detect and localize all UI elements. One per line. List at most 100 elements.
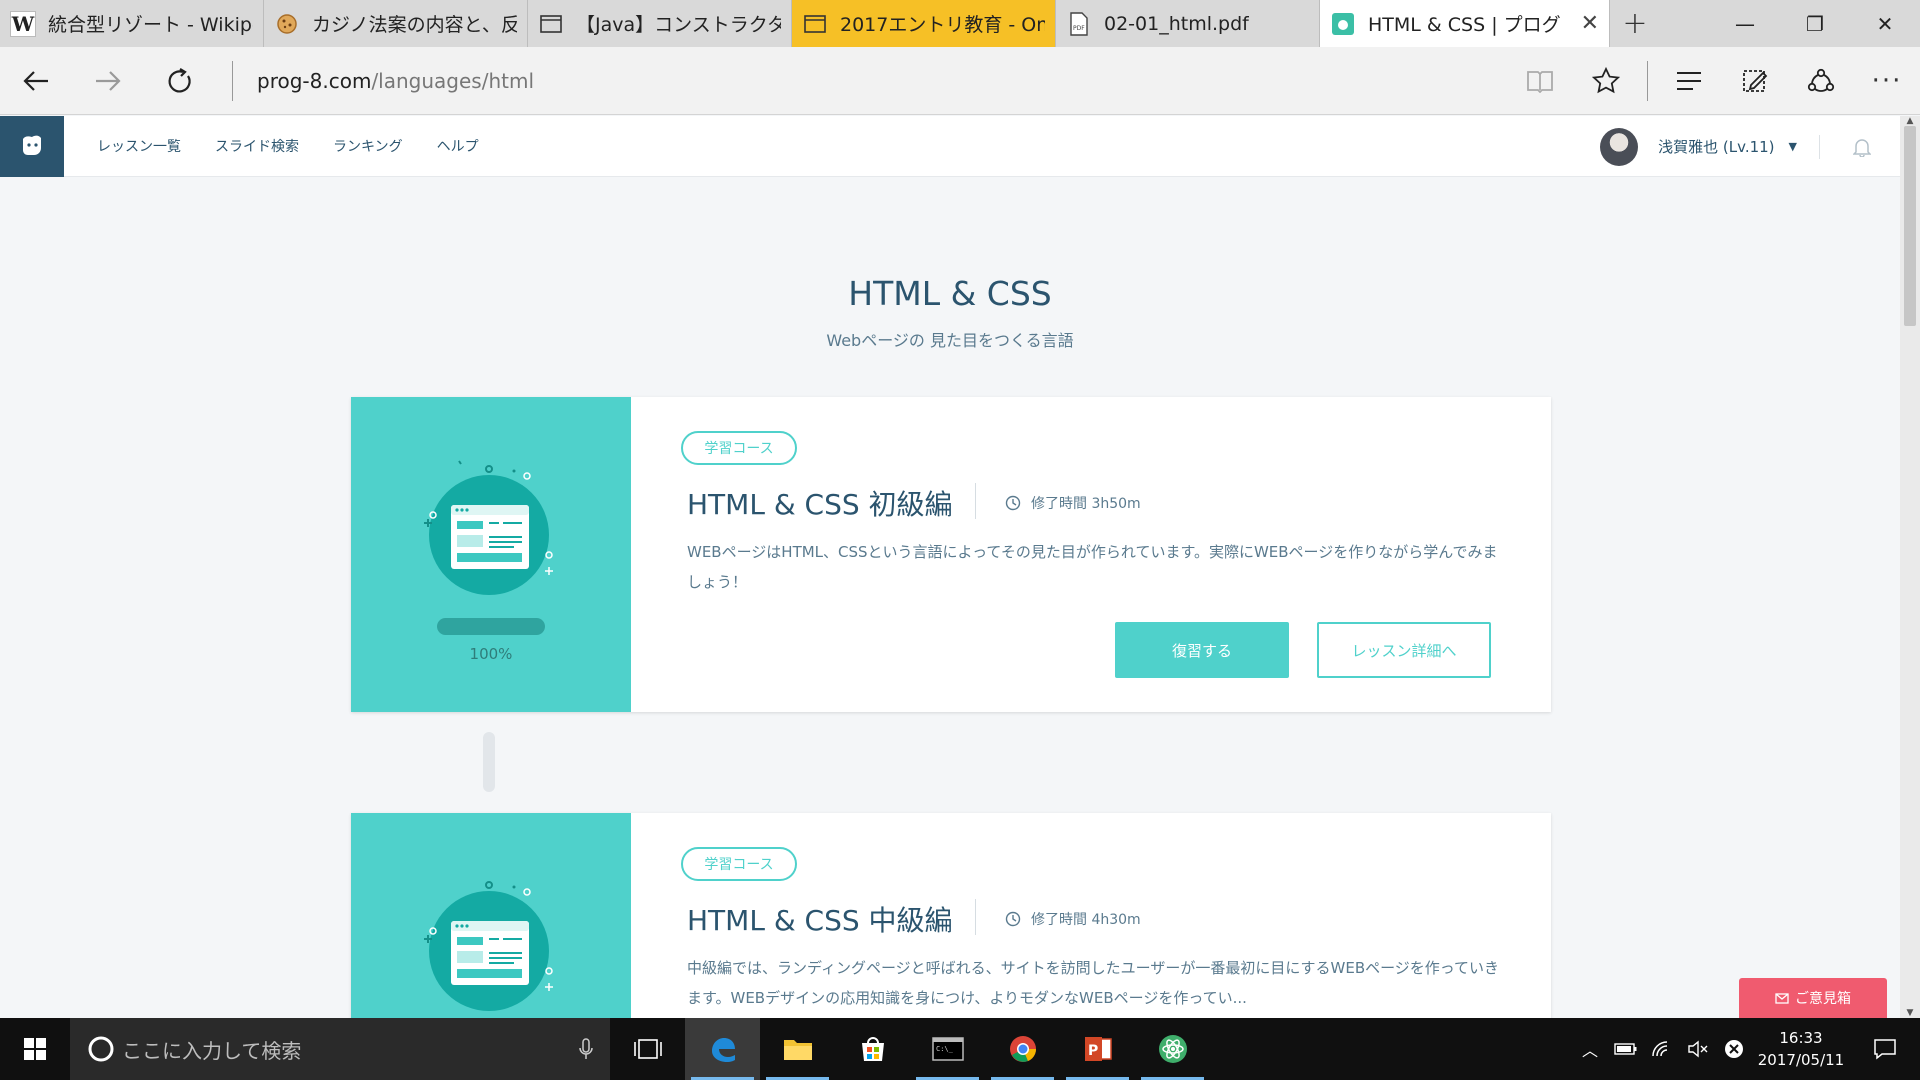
course-badge: 学習コース [681,431,797,465]
vertical-scrollbar[interactable]: ▲ ▼ [1900,116,1920,1018]
progress-percent: 100% [469,645,513,663]
course-description: WEBページはHTML、CSSという言語によってその見た目が作られています。実際… [687,543,1498,591]
wifi-icon[interactable] [1644,1018,1680,1080]
clock-icon [1005,911,1021,927]
url-domain: prog-8.com [257,68,372,93]
feedback-label[interactable]: ご意見箱 [1795,988,1851,1008]
browser-window-illustration [424,881,553,1011]
browser-tab-active[interactable]: HTML & CSS | プログ ✕ [1320,0,1610,47]
microphone-icon[interactable] [578,1018,594,1080]
nav-help[interactable]: ヘルプ [437,136,479,156]
more-icon[interactable]: ··· [1854,47,1920,115]
volume-muted-icon[interactable] [1680,1018,1716,1080]
tab-label: 【Java】コンストラクタって何 [576,14,781,36]
arrow-right-icon [96,70,121,91]
divider [1647,60,1648,101]
course-time: 修了時間 3h50m [1005,493,1141,513]
user-menu[interactable]: 浅賀雅也 (Lv.11) ▼ [1600,116,1900,177]
browser-tab[interactable]: PDF 02-01_html.pdf [1056,0,1320,47]
course-illustration-panel: 100% [351,397,631,712]
store-icon[interactable] [835,1018,910,1080]
close-tab-icon[interactable]: ✕ [1581,11,1599,36]
reading-view-icon[interactable] [1507,47,1573,115]
search-placeholder: ここに入力して検索 [122,1038,302,1063]
url-field[interactable]: prog-8.com/languages/html [232,60,1502,101]
course-title[interactable]: HTML & CSS 中級編 [687,899,953,939]
taskbar: ここに入力して検索 C:\_ P ︿ 16:33 2017/05/11 [0,1018,1920,1080]
refresh-button[interactable] [144,47,216,115]
battery-icon[interactable] [1608,1018,1644,1080]
refresh-icon [168,67,191,92]
site-header: レッスン一覧 スライド検索 ランキング ヘルプ 浅賀雅也 (Lv.11) ▼ [0,116,1900,177]
divider [975,483,976,519]
course-badge: 学習コース [681,847,797,881]
forward-button[interactable] [72,47,144,115]
tab-label: HTML & CSS | プログ [1368,14,1561,36]
hub-icon[interactable] [1656,47,1722,115]
chevron-up-icon[interactable]: ︿ [1572,1018,1608,1080]
clock[interactable]: 16:33 2017/05/11 [1752,1027,1850,1071]
powerpoint-icon[interactable]: P [1060,1018,1135,1080]
edge-icon[interactable] [685,1018,760,1080]
nav-slide-search[interactable]: スライド検索 [215,136,299,156]
course-info: 学習コース HTML & CSS 中級編 修了時間 4h30m 中級編では、ラン… [631,813,1551,1018]
svg-text:P: P [1088,1043,1098,1059]
user-name[interactable]: 浅賀雅也 (Lv.11) [1658,136,1774,157]
tab-label: 02-01_html.pdf [1104,12,1249,35]
tab-strip: W 統合型リゾート - Wikiped カジノ法案の内容と、反対 【Java】コ… [0,0,1920,47]
clock-time: 16:33 [1779,1029,1823,1047]
pdf-icon: PDF [1066,11,1092,37]
browser-tab[interactable]: カジノ法案の内容と、反対 [264,0,528,47]
chevron-down-icon[interactable]: ▼ [1789,140,1797,153]
divider [975,899,976,935]
bell-icon[interactable] [1842,137,1882,157]
web-note-icon[interactable] [1722,47,1788,115]
url-path: /languages/html [371,68,535,93]
hero-section: HTML & CSS Webページの 見た目をつくる言語 [0,176,1900,351]
nav-ranking[interactable]: ランキング [333,136,403,156]
terminal-icon[interactable]: C:\_ [910,1018,985,1080]
feedback-button[interactable]: ご意見箱 [1739,978,1887,1018]
course-connector [483,732,495,792]
progress-bar [437,618,545,635]
arrow-left-icon [23,70,48,91]
course-illustration-panel [351,813,631,1018]
browser-tab[interactable]: 2017エントリ教育 - OneD [792,0,1056,47]
tab-label: カジノ法案の内容と、反対 [312,14,517,36]
avatar[interactable] [1600,127,1639,166]
restore-icon[interactable]: ❐ [1780,0,1850,47]
share-icon[interactable] [1788,47,1854,115]
browser-tab[interactable]: 【Java】コンストラクタって何 [528,0,792,47]
scroll-up-icon[interactable]: ▲ [1900,116,1920,126]
lesson-details-button[interactable]: レッスン詳細へ [1317,622,1491,678]
page-subtitle: Webページの 見た目をつくる言語 [826,331,1074,350]
web-page: レッスン一覧 スライド検索 ランキング ヘルプ 浅賀雅也 (Lv.11) ▼ H… [0,116,1900,1018]
site-logo[interactable] [0,116,64,177]
task-view-icon[interactable] [610,1018,685,1080]
start-button[interactable] [0,1018,70,1080]
taskbar-search[interactable]: ここに入力して検索 [70,1018,610,1080]
back-button[interactable] [0,47,72,115]
cookie-icon [274,11,300,37]
page-icon [802,11,828,37]
minimize-icon[interactable]: — [1710,0,1780,47]
course-time-label: 修了時間 4h30m [1031,912,1141,928]
review-button[interactable]: 復習する [1115,622,1289,678]
scroll-down-icon[interactable]: ▼ [1900,1008,1920,1018]
close-circle-icon[interactable] [1716,1018,1752,1080]
favorite-star-icon[interactable] [1573,47,1639,115]
course-title[interactable]: HTML & CSS 初級編 [687,483,953,523]
close-window-icon[interactable]: ✕ [1850,0,1920,47]
scrollbar-thumb[interactable] [1904,126,1916,326]
progate-icon [1330,11,1356,37]
chrome-icon[interactable] [985,1018,1060,1080]
browser-tab[interactable]: W 統合型リゾート - Wikiped [0,0,264,47]
nav-lessons[interactable]: レッスン一覧 [97,136,181,156]
page-title: HTML & CSS [848,274,1052,313]
divider [1819,134,1820,159]
atom-icon[interactable] [1135,1018,1210,1080]
file-explorer-icon[interactable] [760,1018,835,1080]
new-tab-button[interactable]: + [1610,0,1660,47]
notification-center-icon[interactable] [1850,1018,1920,1080]
course-time: 修了時間 4h30m [1005,909,1141,929]
